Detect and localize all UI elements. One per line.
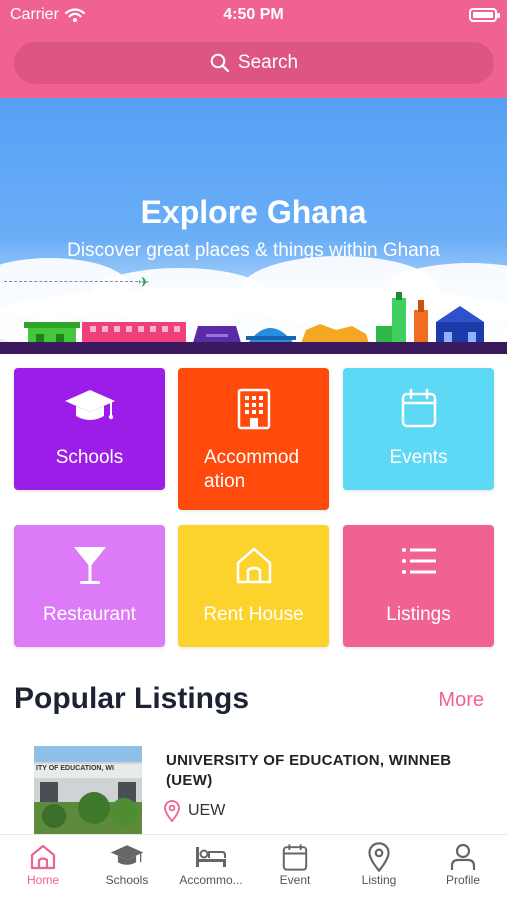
category-label: Listings	[386, 604, 451, 625]
bottom-tab-bar: Home Schools Accommo... Event Listing Pr…	[0, 834, 507, 900]
tab-listing[interactable]: Listing	[337, 841, 421, 899]
status-time: 4:50 PM	[223, 6, 284, 23]
tab-schools[interactable]: Schools	[85, 841, 169, 899]
skyline-ground	[0, 342, 507, 354]
hero-subtitle: Discover great places & things within Gh…	[67, 240, 440, 261]
graduation-cap-icon	[64, 390, 115, 420]
listing-image[interactable]: ITY OF EDUCATION, WI	[34, 746, 142, 836]
graduation-cap-icon	[110, 845, 144, 865]
tab-home[interactable]: Home	[1, 841, 85, 899]
search-icon	[210, 53, 229, 73]
category-label: Accommod ation	[204, 446, 321, 494]
category-label: Restaurant	[43, 604, 136, 625]
search-placeholder: Search	[237, 52, 299, 73]
category-rent-house-tile[interactable]: Rent House	[178, 525, 329, 647]
hero-banner: Explore Ghana Discover great places & th…	[0, 98, 507, 354]
hero-title: Explore Ghana	[140, 194, 367, 230]
tab-label: Home	[26, 873, 59, 887]
listing-location: UEW	[164, 800, 225, 822]
listing-title[interactable]: UNIVERSITY OF EDUCATION, WINNEB (UEW)	[166, 751, 496, 791]
status-bar: Carrier 4:50 PM	[0, 0, 507, 30]
tab-event[interactable]: Event	[253, 841, 337, 899]
bed-icon	[196, 847, 226, 867]
building-icon	[237, 388, 270, 430]
tab-label: Listing	[361, 873, 397, 887]
category-restaurant-tile[interactable]: Restaurant	[14, 525, 165, 647]
search-bar[interactable]: Search	[14, 42, 494, 84]
more-link[interactable]: More	[438, 689, 484, 712]
app-header: Carrier 4:50 PM Search	[0, 0, 507, 98]
listing-photo	[34, 746, 142, 836]
cocktail-icon	[73, 547, 106, 584]
tab-label: Schools	[105, 873, 149, 887]
category-accommodation-tile[interactable]: Accommod ation	[178, 368, 329, 510]
category-listings-tile[interactable]: Listings	[343, 525, 494, 647]
category-label-text: Accommod ation	[204, 447, 300, 492]
person-icon	[450, 843, 476, 870]
tab-accommodation[interactable]: Accommo...	[169, 841, 253, 899]
listing-image-sign: ITY OF EDUCATION, WI	[36, 765, 114, 772]
house-icon	[236, 547, 271, 584]
category-schools-tile[interactable]: Schools	[14, 368, 165, 490]
map-pin-icon	[164, 800, 180, 822]
category-events-tile[interactable]: Events	[343, 368, 494, 490]
flight-path	[4, 281, 138, 282]
tab-label: Profile	[445, 873, 480, 887]
home-icon	[30, 844, 56, 870]
map-pin-icon	[368, 842, 390, 872]
list-icon	[401, 548, 436, 574]
calendar-icon	[401, 388, 436, 428]
tab-label: Accommo...	[179, 873, 243, 887]
calendar-icon	[282, 844, 308, 871]
category-label: Events	[389, 447, 448, 468]
tab-profile[interactable]: Profile	[421, 841, 505, 899]
category-label: Rent House	[203, 604, 304, 625]
listing-location-text: UEW	[188, 802, 226, 819]
popular-listings-title: Popular Listings	[14, 682, 250, 715]
category-label: Schools	[55, 447, 124, 468]
battery-icon	[469, 8, 500, 22]
tab-label: Event	[279, 873, 311, 887]
